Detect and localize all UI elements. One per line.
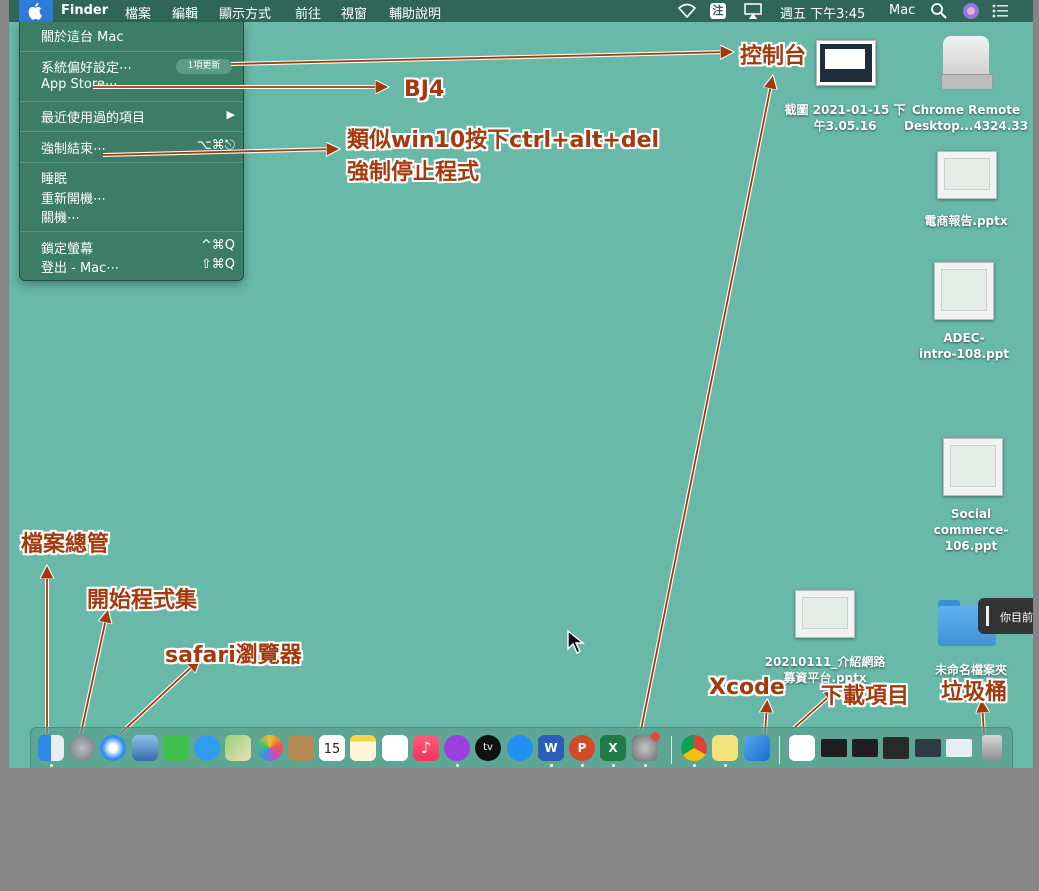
annotation-downloads: 下載項目 [821,684,910,709]
contacts-icon[interactable] [288,735,314,761]
download-4-icon[interactable] [915,739,941,757]
calendar-icon[interactable]: 15 [319,735,345,761]
xcode-icon[interactable] [744,735,770,761]
trash-icon[interactable] [982,735,1002,761]
download-5-icon[interactable] [946,739,972,757]
download-3-icon[interactable] [883,737,909,759]
dock-separator [671,736,672,764]
annotation-force-quit-line2: 強制停止程式 [347,160,480,185]
safari-icon[interactable] [100,735,126,761]
launchpad-icon[interactable] [69,735,95,761]
update-badge-dot [651,732,660,741]
download-2-icon[interactable] [852,739,878,757]
excel-icon[interactable]: X [600,735,626,761]
arrow-force-quit [102,149,335,155]
podcasts-icon[interactable] [444,735,470,761]
facetime-icon[interactable] [163,735,189,761]
preview-icon[interactable] [132,735,158,761]
finder-icon[interactable] [38,735,64,761]
arrow-control-center [230,52,729,65]
messages-icon[interactable] [194,735,220,761]
annotation-safari: safari瀏覽器 [165,643,302,668]
dock-separator [779,736,780,764]
arrow-safari [120,662,197,734]
annotation-force-quit-line1: 類似win10按下ctrl+alt+del [347,128,660,153]
annotation-bj4: BJ4 [404,77,445,102]
annotation-arrows [9,0,1033,735]
running-indicator [50,764,53,767]
appstore-icon[interactable] [507,735,533,761]
running-indicator [693,764,696,767]
notes-icon[interactable] [350,735,376,761]
annotation-xcode: Xcode [709,675,785,700]
running-indicator [550,764,553,767]
tv-icon[interactable]: tv [475,735,501,761]
maps-icon[interactable] [225,735,251,761]
word-icon[interactable]: W [538,735,564,761]
annotation-control-center: 控制台 [740,44,807,69]
desktop[interactable]: Finder 檔案 編輯 顯示方式 前往 視窗 輔助說明 注 週五 下午3:45… [9,0,1033,768]
powerpoint-icon[interactable]: P [569,735,595,761]
dock: 15 ♪ tv W P X [30,727,1013,768]
music-icon[interactable]: ♪ [413,735,439,761]
photos-icon[interactable] [257,735,283,761]
running-indicator [724,764,727,767]
annotation-finder: 檔案總管 [21,532,110,557]
reminders-icon[interactable] [382,735,408,761]
download-1-icon[interactable] [821,739,847,757]
arrow-system-preferences [640,80,772,731]
running-indicator [456,764,459,767]
arrow-launchpad [80,614,107,734]
running-indicator [612,764,615,767]
annotation-launchpad: 開始程式集 [87,588,198,613]
document-icon[interactable] [789,735,815,761]
running-indicator [581,764,584,767]
running-indicator [644,764,647,767]
annotation-trash: 垃圾桶 [941,680,1008,705]
chrome-icon[interactable] [681,735,707,761]
stickies-icon[interactable] [712,735,738,761]
